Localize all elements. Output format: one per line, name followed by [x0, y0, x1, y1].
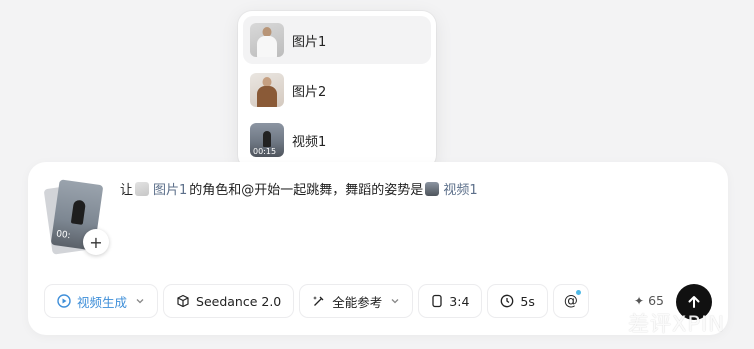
watermark: 差评XPIN [628, 312, 725, 336]
duration-button[interactable]: 5s [487, 284, 548, 318]
thumb-person [263, 131, 271, 147]
aspect-ratio-button[interactable]: 3:4 [418, 284, 483, 318]
reference-label: 全能参考 [332, 294, 383, 310]
menu-item-image1[interactable]: 图片1 [243, 16, 431, 64]
mention-chip-video1[interactable]: 视频1 [425, 179, 478, 198]
clock-icon [500, 294, 514, 308]
chip-label: 视频1 [443, 183, 478, 198]
menu-item-label: 图片2 [292, 84, 327, 100]
prompt-card: 00: + 让 图片1 的角色和@开始一起跳舞，舞蹈的姿势是 视频1 视频生成 [28, 162, 728, 335]
thumb-torso [257, 86, 277, 107]
menu-item-label: 视频1 [292, 134, 327, 150]
mention-chip-image1[interactable]: 图片1 [135, 179, 187, 198]
menu-item-image2[interactable]: 图片2 [243, 66, 431, 114]
plus-icon[interactable]: + [83, 229, 109, 255]
cube-icon [176, 294, 190, 308]
sparkle-icon: ✦ [634, 293, 645, 308]
image-thumb-icon [135, 181, 150, 196]
thumb-torso [257, 36, 277, 57]
prompt-prefix: 让 [120, 183, 134, 198]
video-duration: 00:15 [253, 147, 277, 156]
reference-media-stack[interactable]: 00: + [43, 178, 113, 260]
thumb-person [70, 199, 87, 225]
video-thumb-icon [425, 181, 440, 196]
menu-item-video1[interactable]: 00:15 视频1 [243, 116, 431, 164]
duration-label: 5s [520, 293, 535, 309]
image1-thumbnail [250, 23, 284, 57]
mention-label: @ [563, 293, 578, 309]
mode-select-button[interactable]: 视频生成 [44, 284, 159, 318]
toolbar: 视频生成 Seedance 2.0 全能参考 3:4 5s @ [44, 284, 589, 320]
image2-thumbnail [250, 73, 284, 107]
mention-button[interactable]: @ [552, 284, 589, 318]
prompt-input[interactable]: 让 图片1 的角色和@开始一起跳舞，舞蹈的姿势是 视频1 [120, 179, 480, 198]
mode-label: 视频生成 [77, 294, 128, 310]
chip-label: 图片1 [153, 183, 188, 198]
credits-value: 65 [648, 293, 664, 308]
ratio-label: 3:4 [449, 293, 470, 309]
video-mode-icon [57, 294, 71, 308]
chevron-down-icon [135, 296, 145, 306]
aspect-ratio-icon [431, 294, 443, 308]
model-select-button[interactable]: Seedance 2.0 [163, 284, 295, 318]
chevron-down-icon [390, 296, 400, 306]
stack-duration-label: 00: [55, 229, 72, 242]
magic-wand-icon [312, 294, 326, 308]
video1-thumbnail: 00:15 [250, 123, 284, 157]
menu-item-label: 图片1 [292, 34, 327, 50]
reference-dropdown-menu: 图片1 图片2 00:15 视频1 [238, 11, 436, 169]
model-label: Seedance 2.0 [196, 293, 282, 309]
credits-display: ✦ 65 [634, 293, 664, 308]
prompt-middle: 的角色和@开始一起跳舞，舞蹈的姿势是 [189, 183, 424, 198]
notification-dot [575, 290, 581, 295]
reference-mode-button[interactable]: 全能参考 [299, 284, 414, 318]
